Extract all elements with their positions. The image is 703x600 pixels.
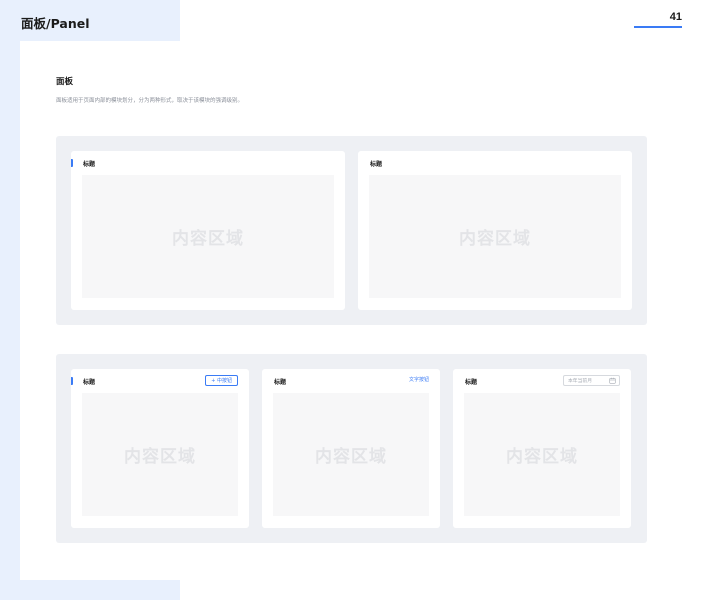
text-button[interactable]: 文字按钮 xyxy=(409,376,429,383)
panel-group-three-column: 标题 + 中按钮 内容区域 标题 文字按钮 内容区域 标题 本年当前月 内容区域 xyxy=(56,354,647,543)
page-title: 面板/Panel xyxy=(21,16,90,31)
panel-content-area: 内容区域 xyxy=(369,175,621,298)
panel-accent-bar xyxy=(71,159,73,167)
content-placeholder: 内容区域 xyxy=(124,447,196,467)
content-placeholder: 内容区域 xyxy=(172,229,244,249)
panel-content-area: 内容区域 xyxy=(82,175,334,298)
panel: 标题 内容区域 xyxy=(358,151,632,310)
panel-title: 标题 xyxy=(274,379,287,386)
calendar-icon xyxy=(609,377,616,384)
panel-content-area: 内容区域 xyxy=(464,393,620,516)
page-number-underline xyxy=(634,26,682,28)
medium-button[interactable]: + 中按钮 xyxy=(205,375,238,386)
panel: 标题 本年当前月 内容区域 xyxy=(453,369,631,528)
section-heading: 面板 xyxy=(56,77,74,87)
panel: 标题 内容区域 xyxy=(71,151,345,310)
panel-content-area: 内容区域 xyxy=(82,393,238,516)
panel-group-two-column: 标题 内容区域 标题 内容区域 xyxy=(56,136,647,325)
content-placeholder: 内容区域 xyxy=(506,447,578,467)
panel-title: 标题 xyxy=(83,379,96,386)
panel-title: 标题 xyxy=(465,379,478,386)
panel-accent-bar xyxy=(71,377,73,385)
page-number: 41 xyxy=(669,11,682,23)
month-picker[interactable]: 本年当前月 xyxy=(563,375,620,386)
footer-band xyxy=(0,580,180,600)
panel-title: 标题 xyxy=(370,161,383,168)
panel: 标题 + 中按钮 内容区域 xyxy=(71,369,249,528)
month-picker-placeholder: 本年当前月 xyxy=(568,379,592,384)
section-description: 面板适用于页面内部的模块划分，分为两种形式，取决于该模块的强调级别。 xyxy=(56,98,244,104)
side-band-left xyxy=(0,0,20,600)
panel-content-area: 内容区域 xyxy=(273,393,429,516)
content-placeholder: 内容区域 xyxy=(315,447,387,467)
content-placeholder: 内容区域 xyxy=(459,229,531,249)
panel: 标题 文字按钮 内容区域 xyxy=(262,369,440,528)
panel-title: 标题 xyxy=(83,161,96,168)
